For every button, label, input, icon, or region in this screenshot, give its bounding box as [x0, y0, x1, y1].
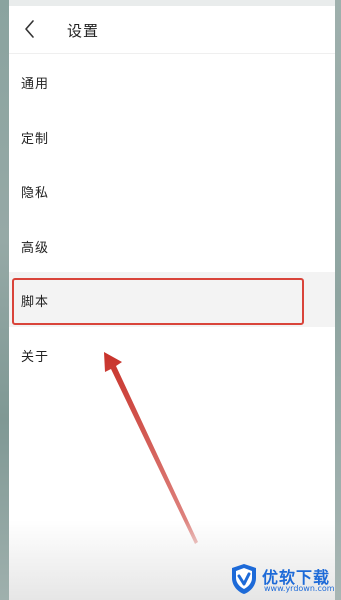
page-title: 设置 — [67, 22, 100, 40]
menu-item-script[interactable]: 脚本 — [9, 272, 335, 327]
menu-item-general[interactable]: 通用 — [9, 54, 335, 109]
menu-item-advanced[interactable]: 高级 — [9, 218, 335, 273]
menu-item-label: 通用 — [21, 77, 50, 92]
menu-item-customize[interactable]: 定制 — [9, 109, 335, 164]
background-edge-left — [0, 0, 9, 600]
watermark-url: www.yrdown.com — [264, 584, 335, 593]
settings-menu: 通用 定制 隐私 高级 脚本 关于 — [9, 54, 335, 382]
menu-item-label: 脚本 — [21, 295, 50, 311]
menu-item-privacy[interactable]: 隐私 — [9, 163, 335, 218]
menu-item-about[interactable]: 关于 — [9, 327, 335, 382]
menu-item-label: 定制 — [21, 131, 50, 147]
watermark: 优软下载 www.yrdown.com — [228, 562, 338, 596]
background-edge-right — [335, 0, 341, 600]
shield-logo-icon — [228, 562, 260, 600]
chevron-left-icon — [19, 16, 43, 42]
menu-item-label: 高级 — [21, 240, 50, 256]
top-app-bar: 设置 — [9, 6, 335, 54]
menu-item-label: 关于 — [21, 349, 50, 365]
settings-screen: 设置 通用 定制 隐私 高级 脚本 关于 优软下载 www.yrdown.com — [0, 0, 341, 600]
menu-item-label: 隐私 — [21, 186, 50, 202]
back-button[interactable] — [19, 16, 43, 42]
